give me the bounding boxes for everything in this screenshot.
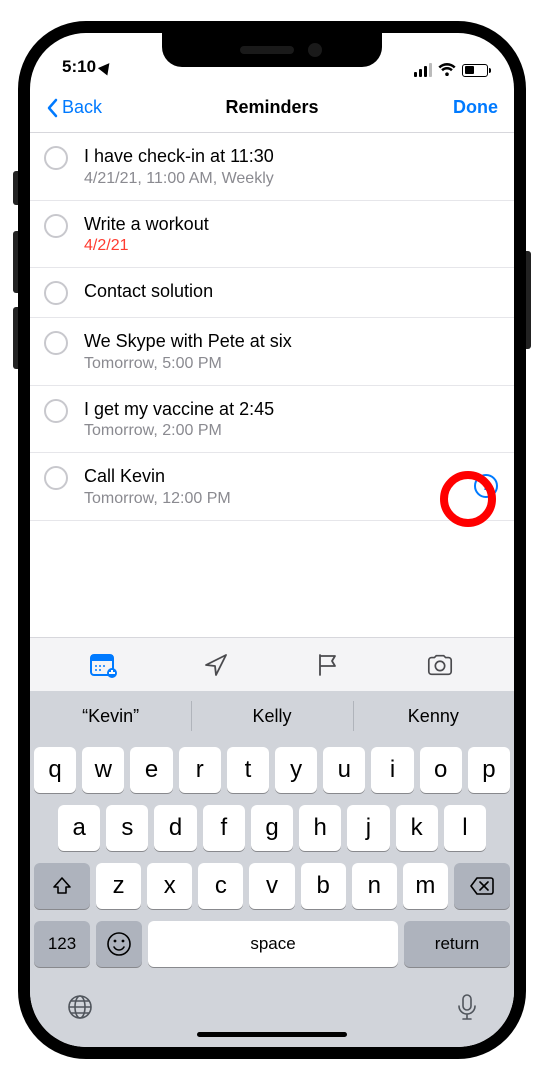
complete-circle[interactable]: [44, 399, 68, 423]
globe-icon[interactable]: [66, 993, 94, 1026]
key-m[interactable]: m: [403, 863, 448, 909]
key-s[interactable]: s: [106, 805, 148, 851]
key-b[interactable]: b: [301, 863, 346, 909]
key-o[interactable]: o: [420, 747, 462, 793]
key-y[interactable]: y: [275, 747, 317, 793]
key-123[interactable]: 123: [34, 921, 90, 967]
key-z[interactable]: z: [96, 863, 141, 909]
key-u[interactable]: u: [323, 747, 365, 793]
key-emoji[interactable]: [96, 921, 142, 967]
reminder-row[interactable]: I get my vaccine at 2:45Tomorrow, 2:00 P…: [30, 386, 514, 454]
reminder-list[interactable]: I have check-in at 11:30 4/21/21, 11:00 A…: [30, 133, 514, 637]
reminder-row[interactable]: We Skype with Pete at six Tomorrow, 5:00 …: [30, 318, 514, 386]
wifi-icon: [438, 63, 456, 77]
complete-circle[interactable]: [44, 146, 68, 170]
key-l[interactable]: l: [444, 805, 486, 851]
flag-icon[interactable]: [314, 651, 342, 679]
key-f[interactable]: f: [203, 805, 245, 851]
reminder-title[interactable]: We Skype with Pete at six: [84, 330, 498, 353]
key-w[interactable]: w: [82, 747, 124, 793]
annotation-highlight-circle: [440, 471, 496, 527]
complete-circle[interactable]: [44, 214, 68, 238]
complete-circle[interactable]: [44, 281, 68, 305]
key-k[interactable]: k: [396, 805, 438, 851]
camera-icon[interactable]: [426, 651, 454, 679]
battery-icon: [462, 64, 488, 77]
key-j[interactable]: j: [347, 805, 389, 851]
reminder-subtitle: 4/21/21, 11:00 AM, Weekly: [84, 170, 498, 188]
location-icon[interactable]: [202, 651, 230, 679]
key-v[interactable]: v: [249, 863, 294, 909]
key-a[interactable]: a: [58, 805, 100, 851]
key-g[interactable]: g: [251, 805, 293, 851]
home-indicator[interactable]: [197, 1032, 347, 1037]
reminder-title[interactable]: Write a workout: [84, 213, 498, 236]
reminder-title[interactable]: Contact solution: [84, 280, 498, 303]
key-shift[interactable]: [34, 863, 90, 909]
calendar-icon[interactable]: [90, 651, 118, 679]
reminder-subtitle: Tomorrow, 5:00 PM: [84, 355, 498, 373]
reminder-subtitle: Tomorrow, 2:00 PM: [84, 422, 498, 440]
status-time: 5:10: [62, 57, 96, 77]
reminder-title[interactable]: I have check-in at 11:30: [84, 145, 498, 168]
key-i[interactable]: i: [371, 747, 413, 793]
reminder-row[interactable]: Contact solution: [30, 268, 514, 318]
key-x[interactable]: x: [147, 863, 192, 909]
key-q[interactable]: q: [34, 747, 76, 793]
page-title: Reminders: [30, 97, 514, 118]
key-e[interactable]: e: [130, 747, 172, 793]
back-button[interactable]: Back: [46, 97, 102, 118]
done-button[interactable]: Done: [453, 97, 498, 118]
phone-frame: 5:10 Back Reminders Done: [18, 21, 526, 1059]
complete-circle[interactable]: [44, 331, 68, 355]
location-icon: [98, 59, 114, 75]
keyboard-bottom-row: [30, 989, 514, 1047]
notch: [162, 33, 382, 67]
reminder-row[interactable]: Write a workout4/2/21: [30, 201, 514, 269]
quicktype-suggestion[interactable]: Kelly: [191, 691, 352, 741]
complete-circle[interactable]: [44, 466, 68, 490]
key-c[interactable]: c: [198, 863, 243, 909]
back-label: Back: [62, 97, 102, 118]
quicktype-bar: “Kevin” Kelly Kenny: [30, 691, 514, 741]
cell-signal-icon: [414, 63, 432, 77]
nav-bar: Back Reminders Done: [30, 83, 514, 133]
key-p[interactable]: p: [468, 747, 510, 793]
reminder-subtitle: Tomorrow, 12:00 PM: [84, 490, 474, 508]
reminder-title[interactable]: I get my vaccine at 2:45: [84, 398, 498, 421]
key-n[interactable]: n: [352, 863, 397, 909]
key-space[interactable]: space: [148, 921, 398, 967]
quicktype-suggestion[interactable]: “Kevin”: [30, 691, 191, 741]
key-return[interactable]: return: [404, 921, 510, 967]
key-t[interactable]: t: [227, 747, 269, 793]
dictation-icon[interactable]: [456, 993, 478, 1028]
input-accessory-bar: [30, 637, 514, 691]
keyboard: qwertyuiop asdfghjkl zxcvbnm 123 space r…: [30, 741, 514, 989]
reminder-title[interactable]: Call Kevin: [84, 465, 474, 488]
reminder-subtitle: 4/2/21: [84, 237, 498, 255]
key-h[interactable]: h: [299, 805, 341, 851]
key-backspace[interactable]: [454, 863, 510, 909]
key-d[interactable]: d: [154, 805, 196, 851]
reminder-row[interactable]: I have check-in at 11:30 4/21/21, 11:00 A…: [30, 133, 514, 201]
quicktype-suggestion[interactable]: Kenny: [353, 691, 514, 741]
key-r[interactable]: r: [179, 747, 221, 793]
